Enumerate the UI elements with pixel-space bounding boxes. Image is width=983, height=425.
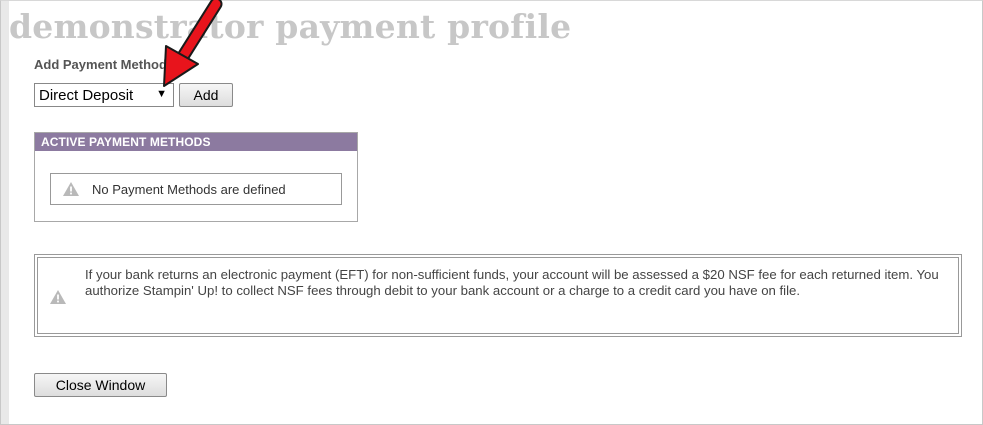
active-payment-methods-panel: ACTIVE PAYMENT METHODS No Payment Method… <box>34 132 358 222</box>
close-window-button[interactable]: Close Window <box>34 373 167 397</box>
warning-icon <box>63 182 79 196</box>
nsf-notice-box: If your bank returns an electronic payme… <box>34 254 962 337</box>
nsf-notice-inner: If your bank returns an electronic payme… <box>37 257 959 334</box>
no-methods-notice: No Payment Methods are defined <box>50 173 342 205</box>
page-title: demonstrator payment profile <box>9 7 572 46</box>
no-methods-text: No Payment Methods are defined <box>92 181 286 197</box>
nsf-notice-text: If your bank returns an electronic payme… <box>85 267 939 298</box>
red-arrow-icon <box>163 0 223 87</box>
payment-method-select-value: Direct Deposit <box>39 87 134 104</box>
active-payment-methods-header: ACTIVE PAYMENT METHODS <box>35 133 357 151</box>
popup-window: demonstrator payment profile Add Payment… <box>0 0 983 425</box>
warning-icon <box>50 290 66 304</box>
add-payment-method-label: Add Payment Method <box>34 57 167 72</box>
